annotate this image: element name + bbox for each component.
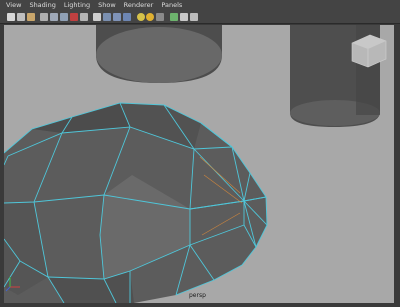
maya-viewport-panel: { "menubar": { "items": [ {"label": "Vie… [0, 0, 400, 307]
menu-show[interactable]: Show [98, 0, 116, 11]
viewport-frame-right [394, 25, 400, 307]
smooth-shade-icon[interactable] [103, 13, 112, 21]
wireframe-icon[interactable] [93, 13, 102, 21]
camera-attributes-icon[interactable] [16, 13, 25, 21]
bookmark-icon[interactable] [26, 13, 35, 21]
perspective-viewport[interactable]: persp [4, 25, 394, 303]
safe-action-icon[interactable] [79, 13, 88, 21]
menu-panels[interactable]: Panels [161, 0, 182, 11]
camera-name-label: persp [189, 292, 206, 299]
resolution-gate-icon[interactable] [69, 13, 78, 21]
menu-view[interactable]: View [6, 0, 21, 11]
menu-renderer[interactable]: Renderer [124, 0, 154, 11]
default-light-icon[interactable] [136, 13, 145, 21]
shadows-icon[interactable] [156, 13, 165, 21]
hud-icon[interactable] [189, 13, 198, 21]
cylinder-left[interactable] [96, 25, 222, 83]
select-camera-icon[interactable] [7, 13, 15, 21]
flat-shade-icon[interactable] [113, 13, 121, 21]
isolate-select-icon[interactable] [179, 13, 188, 21]
menu-lighting[interactable]: Lighting [64, 0, 90, 11]
panel-menubar: View Shading Lighting Show Renderer Pane… [0, 0, 400, 11]
film-gate-icon[interactable] [60, 13, 68, 21]
scene-canvas[interactable] [4, 25, 394, 303]
panel-toolbar [0, 11, 400, 24]
cylinder-left-cap [96, 27, 222, 83]
image-plane-icon[interactable] [40, 13, 49, 21]
poly-sphere[interactable] [4, 102, 268, 303]
menu-shading[interactable]: Shading [29, 0, 55, 11]
all-lights-icon[interactable] [146, 13, 155, 21]
xray-icon[interactable] [170, 13, 178, 21]
grid-icon[interactable] [50, 13, 59, 21]
textured-icon[interactable] [122, 13, 131, 21]
